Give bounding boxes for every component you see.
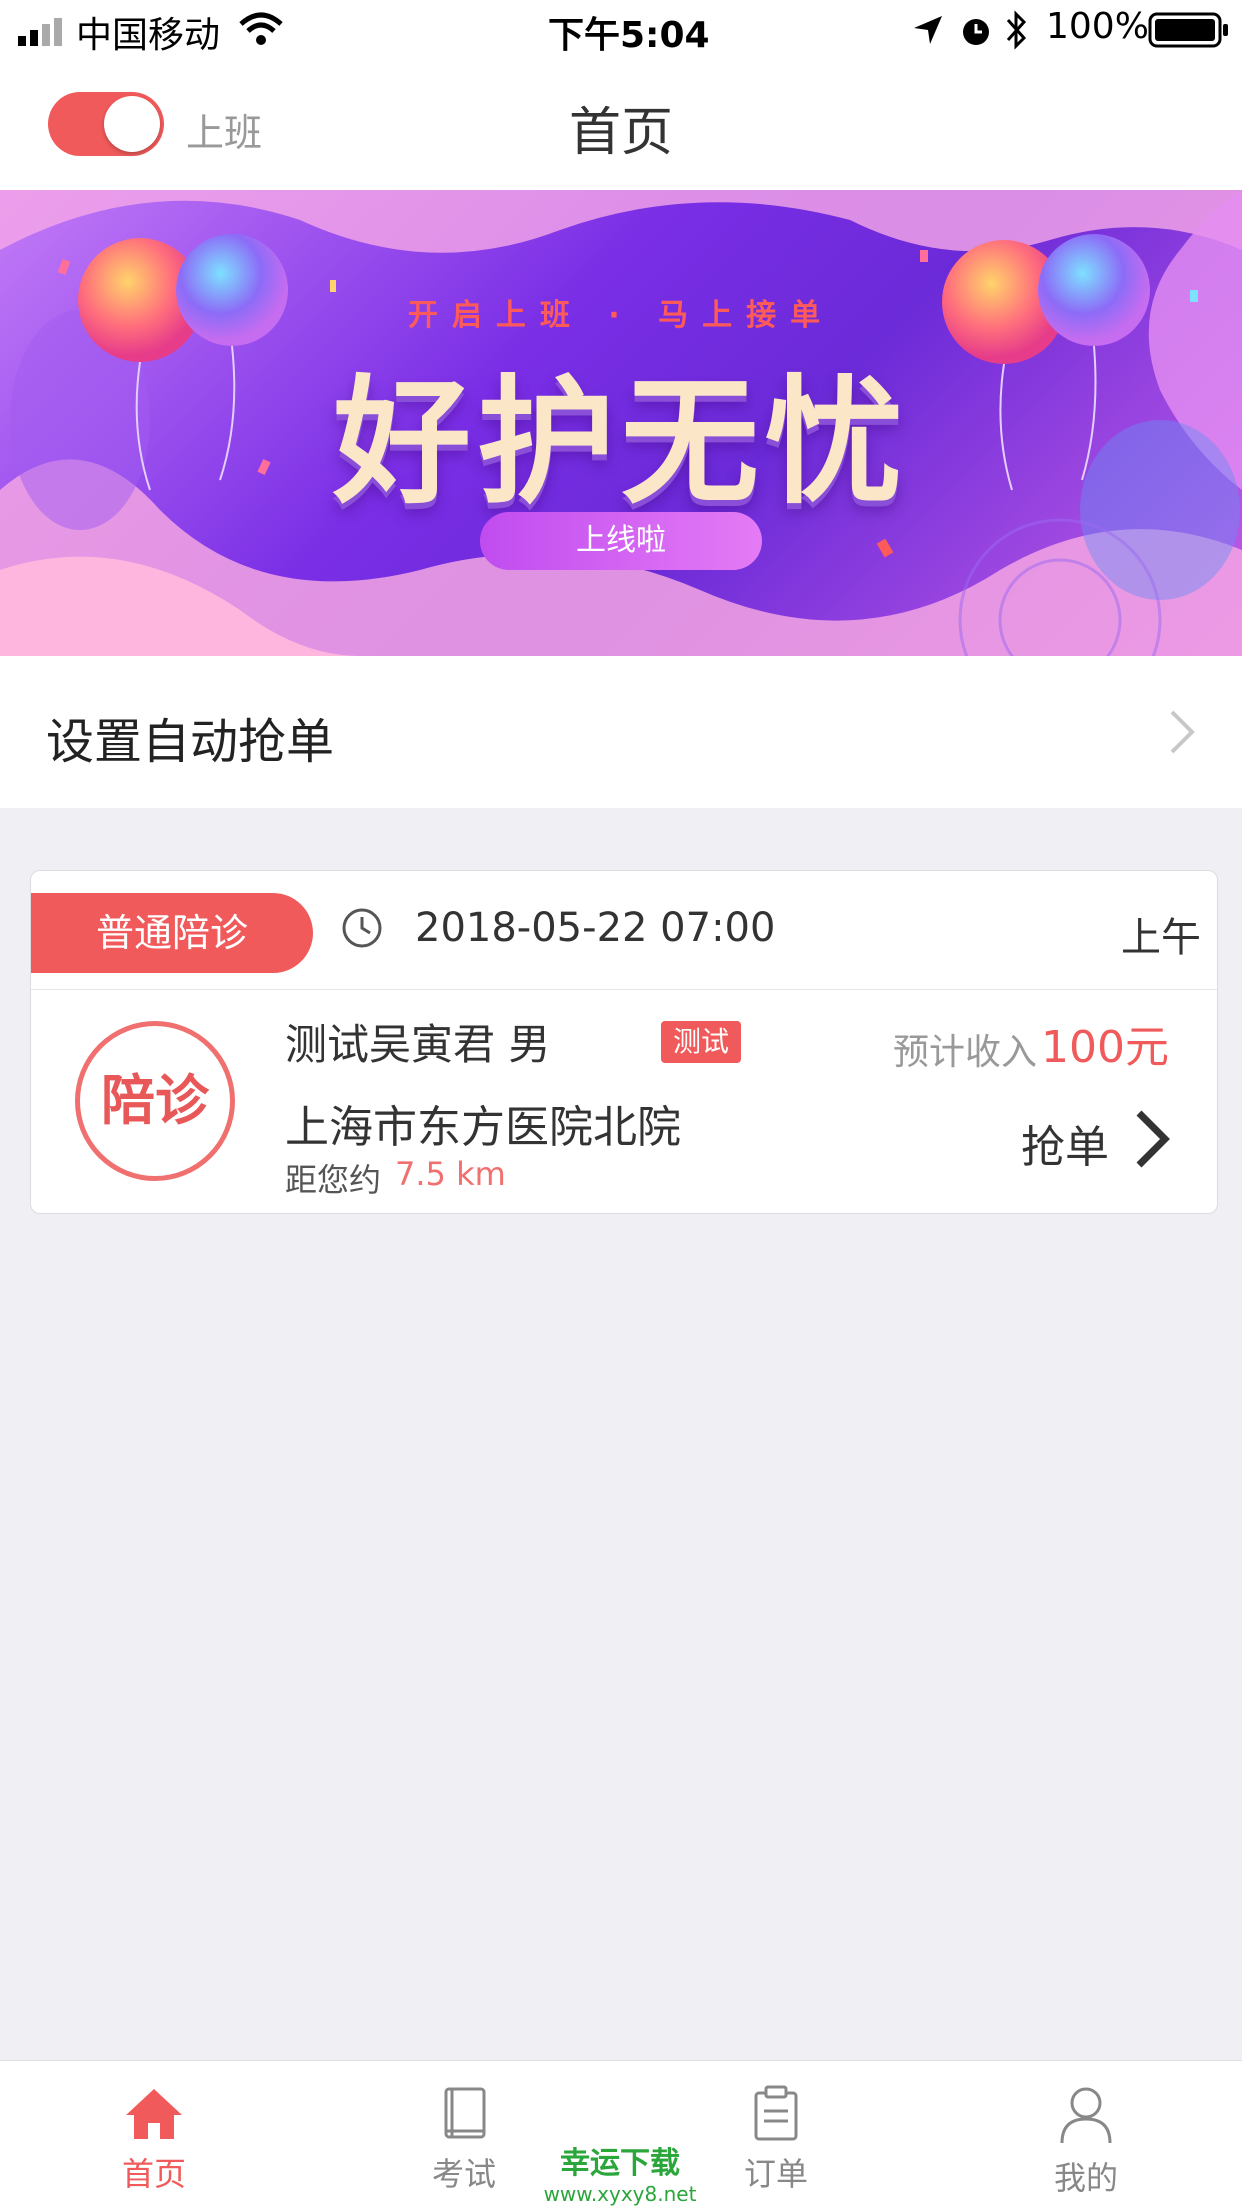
card-divider xyxy=(31,989,1217,990)
tab-home[interactable]: 首页 xyxy=(54,2061,254,2209)
chevron-right-icon xyxy=(1170,710,1195,754)
income-amount: 100元 xyxy=(1041,1022,1169,1073)
order-period: 上午 xyxy=(1121,915,1201,961)
page-title: 首页 xyxy=(568,103,673,163)
auto-grab-setting-row[interactable]: 设置自动抢单 xyxy=(0,656,1242,808)
promo-banner[interactable]: 开启上班 · 马上接单 好护无忧 上线啦 xyxy=(0,190,1242,656)
tab-label: 订单 xyxy=(743,2155,808,2193)
location-icon xyxy=(914,16,942,44)
watermark: 幸运下载 www.xyxy8.net xyxy=(540,2138,700,2206)
distance-label: 距您约 xyxy=(285,1161,382,1199)
tab-mine[interactable]: 我的 xyxy=(986,2061,1186,2209)
tab-label: 首页 xyxy=(121,2155,186,2193)
watermark-title: 幸运下载 xyxy=(560,2146,680,2181)
battery-icon xyxy=(1148,12,1228,48)
signal-icon xyxy=(18,18,62,46)
status-time: 下午5:04 xyxy=(548,15,710,56)
chevron-right-icon[interactable] xyxy=(1133,1107,1173,1171)
nav-bar: 上班 首页 xyxy=(0,60,1242,191)
tab-exam[interactable]: 考试 xyxy=(364,2061,564,2209)
book-icon xyxy=(444,2087,486,2139)
battery-percent: 100% xyxy=(1046,6,1149,47)
distance-value: 7.5 km xyxy=(395,1155,506,1193)
user-icon xyxy=(1060,2087,1112,2144)
service-stamp: 陪诊 xyxy=(75,1021,235,1181)
home-icon xyxy=(126,2089,182,2139)
test-badge: 测试 xyxy=(661,1021,742,1063)
banner-title: 好护无忧 xyxy=(332,362,909,523)
banner-online-button[interactable]: 上线啦 xyxy=(480,512,762,570)
patient-info: 测试吴寅君 男 xyxy=(285,1020,551,1069)
clock-icon xyxy=(342,908,382,948)
auto-grab-label: 设置自动抢单 xyxy=(46,714,335,770)
clipboard-icon xyxy=(754,2085,798,2141)
income-label: 预计收入 xyxy=(893,1032,1038,1073)
grab-order-button[interactable]: 抢单 xyxy=(1021,1111,1109,1175)
wifi-icon xyxy=(239,12,283,45)
carrier-name: 中国移动 xyxy=(76,15,221,56)
watermark-url: www.xyxy8.net xyxy=(543,2182,697,2206)
tab-label: 考试 xyxy=(431,2155,496,2193)
order-type-tag: 普通陪诊 xyxy=(31,893,313,973)
hospital-name: 上海市东方医院北院 xyxy=(285,1102,681,1153)
tab-label: 我的 xyxy=(1053,2159,1118,2197)
alarm-icon xyxy=(963,19,989,45)
order-time: 2018-05-22 07:00 xyxy=(415,905,776,951)
bluetooth-icon xyxy=(1006,10,1027,50)
order-card[interactable]: 普通陪诊 2018-05-22 07:00 上午 陪诊 测试吴寅君 男 测试 预… xyxy=(30,870,1218,1214)
status-bar: 中国移动 下午5:04 100% xyxy=(0,0,1242,60)
tab-orders[interactable]: 订单 xyxy=(676,2061,876,2209)
banner-tagline: 开启上班 · 马上接单 xyxy=(407,298,835,333)
